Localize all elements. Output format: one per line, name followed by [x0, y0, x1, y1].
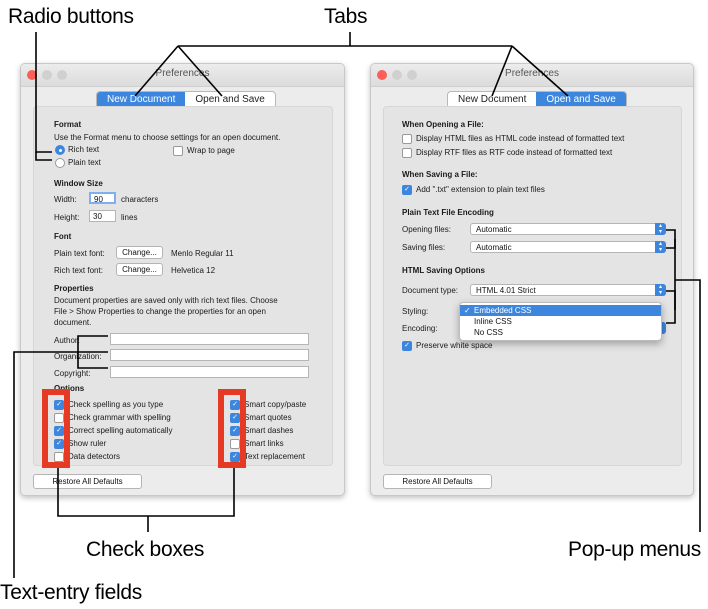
- option-label-right: Smart links: [244, 439, 284, 448]
- document-type-label: Document type:: [402, 286, 459, 295]
- organization-label: Organization:: [54, 352, 102, 361]
- plain-text-font-label: Plain text font:: [54, 249, 105, 258]
- checkmark-icon: ✓: [464, 306, 471, 315]
- plain-text-label: Plain text: [68, 158, 101, 167]
- properties-desc-line2: File > Show Properties to change the pro…: [54, 307, 266, 316]
- preserve-white-space-checkbox[interactable]: ✓: [402, 341, 412, 351]
- html-saving-heading: HTML Saving Options: [402, 266, 485, 275]
- callout-tabs: Tabs: [324, 5, 368, 28]
- change-rich-font-button[interactable]: Change...: [116, 263, 163, 276]
- option-label-right: Smart dashes: [244, 426, 294, 435]
- wrap-to-page-checkbox[interactable]: [173, 146, 183, 156]
- saving-files-label: Saving files:: [402, 243, 446, 252]
- display-html-checkbox[interactable]: [402, 134, 412, 144]
- callout-popup-menus: Pop-up menus: [568, 538, 701, 561]
- font-heading: Font: [54, 232, 72, 241]
- checkbox-highlight-right: [218, 389, 246, 468]
- styling-option-inline-css[interactable]: Inline CSS: [460, 316, 661, 327]
- callout-text-entry-fields: Text-entry fields: [0, 581, 142, 604]
- opening-files-label: Opening files:: [402, 225, 451, 234]
- window-title: Preferences: [155, 68, 210, 79]
- rich-text-font-label: Rich text font:: [54, 266, 103, 275]
- restore-defaults-button[interactable]: Restore All Defaults: [33, 474, 142, 489]
- popup-arrows-icon: ▴▾: [655, 284, 666, 296]
- preferences-window-open-and-save: Preferences New Document Open and Save W…: [370, 63, 694, 496]
- option-label-left: Data detectors: [68, 452, 121, 461]
- display-html-label: Display HTML files as HTML code instead …: [416, 134, 625, 143]
- add-txt-checkbox[interactable]: ✓: [402, 185, 412, 195]
- wrap-to-page-label: Wrap to page: [187, 146, 235, 155]
- styling-label: Styling:: [402, 307, 429, 316]
- saving-files-value: Automatic: [476, 243, 512, 252]
- rich-font-value: Helvetica 12: [171, 266, 216, 275]
- checkbox-highlight-left: [42, 389, 70, 468]
- properties-heading: Properties: [54, 284, 94, 293]
- when-opening-heading: When Opening a File:: [402, 120, 484, 129]
- height-field[interactable]: 30: [89, 210, 116, 222]
- width-field[interactable]: 90: [89, 192, 116, 204]
- opening-files-popup[interactable]: Automatic ▴ ▾: [470, 223, 666, 235]
- lines-label: lines: [121, 213, 138, 222]
- option-label-left: Show ruler: [68, 439, 107, 448]
- restore-defaults-button[interactable]: Restore All Defaults: [383, 474, 492, 489]
- plain-font-value: Menlo Regular 11: [171, 249, 234, 258]
- width-label: Width:: [54, 195, 77, 204]
- properties-desc-line3: document.: [54, 318, 92, 327]
- encoding-label: Encoding:: [402, 324, 438, 333]
- author-label: Author:: [54, 336, 80, 345]
- change-plain-font-button[interactable]: Change...: [116, 246, 163, 259]
- styling-option-label: Embedded CSS: [474, 306, 532, 315]
- option-label-left: Check spelling as you type: [68, 400, 164, 409]
- option-label-left: Correct spelling automatically: [68, 426, 173, 435]
- properties-desc-line1: Document properties are saved only with …: [54, 296, 278, 305]
- author-field[interactable]: [110, 333, 309, 345]
- callout-check-boxes: Check boxes: [86, 538, 205, 561]
- styling-option-no-css[interactable]: No CSS: [460, 327, 661, 338]
- option-label-left: Check grammar with spelling: [68, 413, 171, 422]
- popup-arrows-icon: ▴▾: [655, 223, 666, 235]
- copyright-field[interactable]: [110, 366, 309, 378]
- when-saving-heading: When Saving a File:: [402, 170, 478, 179]
- option-label-right: Smart copy/paste: [244, 400, 307, 409]
- option-label-right: Text replacement: [244, 452, 305, 461]
- preserve-white-space-label: Preserve white space: [416, 341, 493, 350]
- plain-text-radio[interactable]: [55, 158, 65, 168]
- document-type-popup[interactable]: HTML 4.01 Strict ▴ ▾: [470, 284, 666, 296]
- rich-text-radio[interactable]: [55, 145, 65, 155]
- title-bar: Preferences: [21, 64, 344, 87]
- opening-files-value: Automatic: [476, 225, 512, 234]
- title-bar: Preferences: [371, 64, 693, 87]
- copyright-label: Copyright:: [54, 369, 91, 378]
- height-label: Height:: [54, 213, 80, 222]
- format-heading: Format: [54, 120, 82, 129]
- rich-text-label: Rich text: [68, 145, 100, 154]
- document-type-value: HTML 4.01 Strict: [476, 286, 536, 295]
- callout-radio-buttons: Radio buttons: [8, 5, 134, 28]
- encoding-heading: Plain Text File Encoding: [402, 208, 494, 217]
- popup-arrows-icon: ▴▾: [655, 241, 666, 253]
- saving-files-popup[interactable]: Automatic ▴ ▾: [470, 241, 666, 253]
- styling-popup-menu: ✓ Embedded CSS Inline CSS No CSS: [459, 302, 662, 341]
- display-rtf-label: Display RTF files as RTF code instead of…: [416, 148, 613, 157]
- styling-option-embedded-css[interactable]: ✓ Embedded CSS: [460, 305, 661, 316]
- window-size-heading: Window Size: [54, 179, 103, 188]
- window-title: Preferences: [505, 68, 559, 79]
- characters-label: characters: [121, 195, 159, 204]
- organization-field[interactable]: [110, 349, 309, 361]
- format-description: Use the Format menu to choose settings f…: [54, 133, 281, 142]
- add-txt-label: Add ".txt" extension to plain text files: [416, 185, 545, 194]
- display-rtf-checkbox[interactable]: [402, 148, 412, 158]
- option-label-right: Smart quotes: [244, 413, 292, 422]
